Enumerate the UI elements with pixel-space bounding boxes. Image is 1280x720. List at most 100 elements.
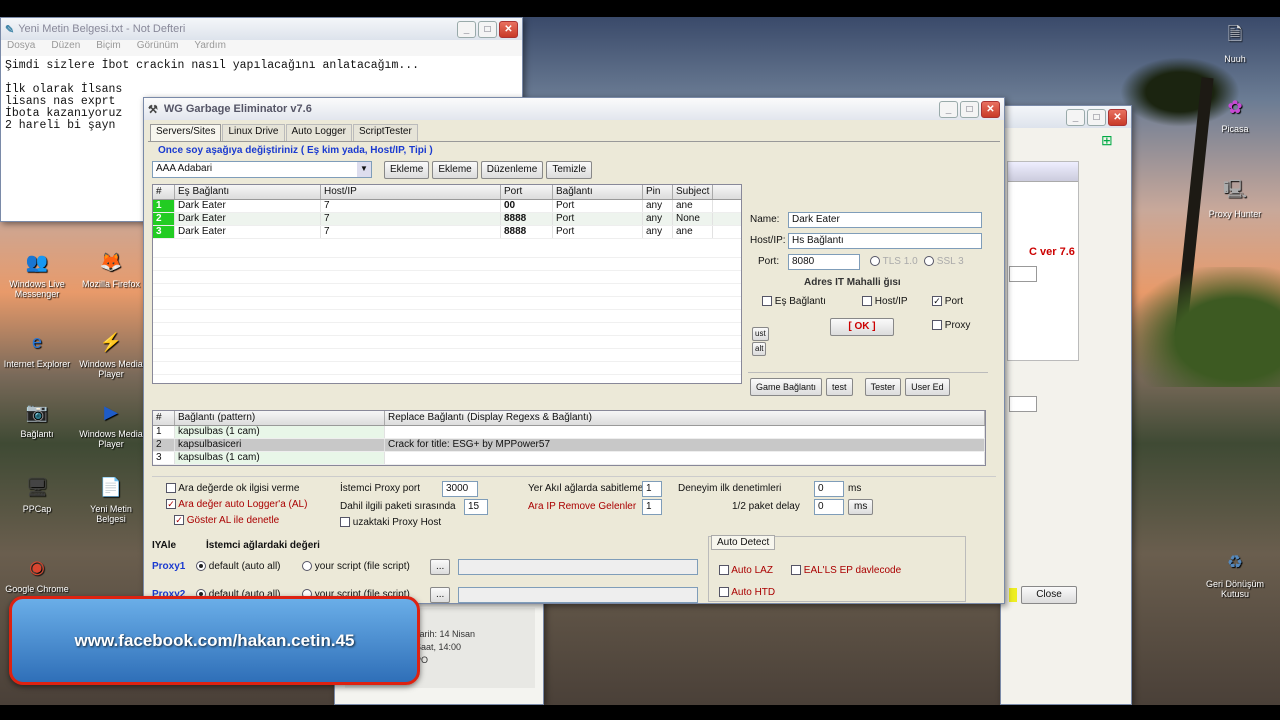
- opt-show-al[interactable]: ✓ Göster AL ile denetle: [174, 515, 279, 526]
- toolbar-button[interactable]: Ekleme: [432, 161, 478, 179]
- column-header[interactable]: Host/IP: [321, 185, 501, 199]
- proxy-script-option[interactable]: your script (file script): [302, 561, 410, 572]
- column-header[interactable]: Replace Bağlantı (Display Regexs & Bağla…: [385, 411, 985, 425]
- desktop-icon[interactable]: 📄 Yeni Metin Belgesi: [76, 472, 146, 525]
- opt-auto-logger[interactable]: ✓ Ara değer auto Logger'a (AL): [166, 499, 307, 510]
- table-row[interactable]: 3 Dark Eater 7 8888 Port any ane: [153, 226, 741, 239]
- maximize-icon[interactable]: □: [478, 20, 497, 38]
- ssl-option[interactable]: SSL 3: [924, 256, 964, 267]
- checkbox[interactable]: [762, 296, 772, 307]
- toolbar-button[interactable]: Düzenleme: [480, 161, 544, 179]
- minimize-icon[interactable]: _: [1066, 108, 1085, 126]
- toolbar-button[interactable]: Temizle: [546, 161, 593, 179]
- proxy-script-path-field[interactable]: [458, 559, 698, 575]
- notepad-menu-item[interactable]: Görünüm: [137, 40, 179, 56]
- chk-host-ip[interactable]: Host/IP: [862, 296, 908, 307]
- port-field[interactable]: 8080: [788, 254, 860, 270]
- table-row[interactable]: 2 Dark Eater 7 8888 Port any None: [153, 213, 741, 226]
- chevron-down-icon[interactable]: ▼: [357, 162, 371, 177]
- chk-eş-baglanti[interactable]: Eş Bağlantı: [762, 296, 826, 307]
- chk-port[interactable]: ✓ Port: [932, 296, 963, 307]
- chk-proxy[interactable]: Proxy: [932, 320, 970, 331]
- host-field[interactable]: Hs Bağlantı: [788, 233, 982, 249]
- tab-linux-drive[interactable]: Linux Drive: [222, 124, 285, 141]
- close-icon[interactable]: ✕: [499, 20, 518, 38]
- auto-detect-tab[interactable]: Auto Detect: [711, 535, 776, 550]
- table-row[interactable]: 3 kapsulbas (1 cam): [153, 452, 985, 465]
- checkbox[interactable]: [719, 565, 729, 576]
- tab-auto-logger[interactable]: Auto Logger: [285, 124, 352, 141]
- minimize-icon[interactable]: _: [457, 20, 476, 38]
- column-header[interactable]: Eş Bağlantı: [175, 185, 321, 199]
- proxy-port-field[interactable]: 3000: [442, 481, 478, 497]
- move-up-button[interactable]: ust: [752, 327, 769, 341]
- tab-script-tester[interactable]: ScriptTester: [353, 124, 418, 141]
- desktop-icon[interactable]: 🖳 Proxy Hunter: [1200, 177, 1270, 219]
- auto-laz-check[interactable]: Auto LAZ: [719, 565, 773, 576]
- ok-button[interactable]: [ OK ]: [830, 318, 894, 336]
- maximize-icon[interactable]: □: [1087, 108, 1106, 126]
- desktop-icon[interactable]: ◉ Google Chrome: [2, 552, 72, 595]
- half-delay-field[interactable]: 0: [814, 499, 844, 515]
- checkbox[interactable]: [340, 517, 350, 528]
- minimize-icon[interactable]: _: [939, 100, 958, 118]
- half-delay-unit[interactable]: ms: [848, 499, 874, 515]
- desktop-icon[interactable]: ♻ Geri Dönüşüm Kutusu: [1200, 547, 1270, 600]
- background-window-titlebar[interactable]: _ □ ✕: [1001, 106, 1131, 128]
- user-ed-button[interactable]: User Ed: [905, 378, 950, 396]
- notepad-menu-item[interactable]: Dosya: [7, 40, 35, 56]
- desktop-icon[interactable]: ▶ Windows Media Player: [76, 397, 146, 450]
- maximize-icon[interactable]: □: [960, 100, 979, 118]
- opt-no-log[interactable]: Ara değerde ok ilgisi verme: [166, 483, 299, 494]
- notepad-menu-item[interactable]: Biçim: [96, 40, 120, 56]
- ep-check[interactable]: EAL'LS EP davlecode: [791, 565, 901, 576]
- desktop-icon[interactable]: 👥 Windows Live Messenger: [2, 247, 72, 300]
- notepad-titlebar[interactable]: ✎ Yeni Metin Belgesi.txt - Not Defteri _…: [1, 18, 522, 40]
- tls-radio[interactable]: [870, 256, 880, 267]
- checkbox[interactable]: [862, 296, 872, 307]
- column-header[interactable]: Bağlantı: [553, 185, 643, 199]
- column-header[interactable]: #: [153, 185, 175, 199]
- tester-button[interactable]: Tester: [864, 378, 902, 396]
- column-header[interactable]: Port: [501, 185, 553, 199]
- desktop-icon[interactable]: 📷 Bağlantı: [2, 397, 72, 440]
- desktop-icon[interactable]: 🗎 Nuuh: [1200, 22, 1270, 64]
- fix-field[interactable]: 1: [642, 481, 662, 497]
- browse-button[interactable]: ...: [430, 587, 451, 603]
- notepad-menu-item[interactable]: Yardım: [194, 40, 226, 56]
- checkbox[interactable]: [932, 320, 942, 331]
- packet-order-field[interactable]: 15: [464, 499, 488, 515]
- notepad-menu-item[interactable]: Düzen: [51, 40, 80, 56]
- column-header[interactable]: #: [153, 411, 175, 425]
- checkbox[interactable]: [166, 483, 176, 494]
- table-row[interactable]: 1 Dark Eater 7 00 Port any ane: [153, 200, 741, 213]
- checkbox[interactable]: ✓: [166, 499, 176, 510]
- tab-servers[interactable]: Servers/Sites: [150, 124, 222, 141]
- radio[interactable]: [196, 561, 206, 572]
- table-row[interactable]: 1 kapsulbas (1 cam): [153, 426, 985, 439]
- table-row[interactable]: 2 kapsulbasiceri Crack for title: ESG+ by …: [153, 439, 985, 452]
- column-header[interactable]: Subject: [673, 185, 713, 199]
- opt-remote-proxy[interactable]: uzaktaki Proxy Host: [340, 517, 441, 528]
- close-button[interactable]: Close: [1021, 586, 1077, 604]
- server-select[interactable]: AAA Adabari ▼: [152, 161, 372, 178]
- checkbox[interactable]: [719, 587, 729, 598]
- game-baglanti-button[interactable]: Game Bağlantı: [750, 378, 823, 396]
- main-titlebar[interactable]: ⚒ WG Garbage Eliminator v7.6 _ □ ✕: [144, 98, 1004, 120]
- checkbox[interactable]: ✓: [932, 296, 942, 307]
- desktop-icon[interactable]: e Internet Explorer: [2, 327, 72, 370]
- move-down-button[interactable]: alt: [752, 342, 767, 356]
- desktop-icon[interactable]: ✿ Picasa: [1200, 92, 1270, 135]
- proxy-script-path-field[interactable]: [458, 587, 698, 603]
- proxy-default-option[interactable]: default (auto all): [196, 561, 281, 572]
- checkbox[interactable]: ✓: [174, 515, 184, 526]
- browse-button[interactable]: ...: [430, 559, 451, 575]
- ssl-radio[interactable]: [924, 256, 934, 267]
- delay-field[interactable]: 0: [814, 481, 844, 497]
- close-icon[interactable]: ✕: [981, 100, 1000, 118]
- column-header[interactable]: Pin: [643, 185, 673, 199]
- toolbar-button[interactable]: Ekleme: [384, 161, 430, 179]
- desktop-icon[interactable]: ⚡ Windows Media Player: [76, 327, 146, 380]
- desktop-icon[interactable]: 🖥 PPCap: [2, 472, 72, 515]
- checkbox[interactable]: [791, 565, 801, 576]
